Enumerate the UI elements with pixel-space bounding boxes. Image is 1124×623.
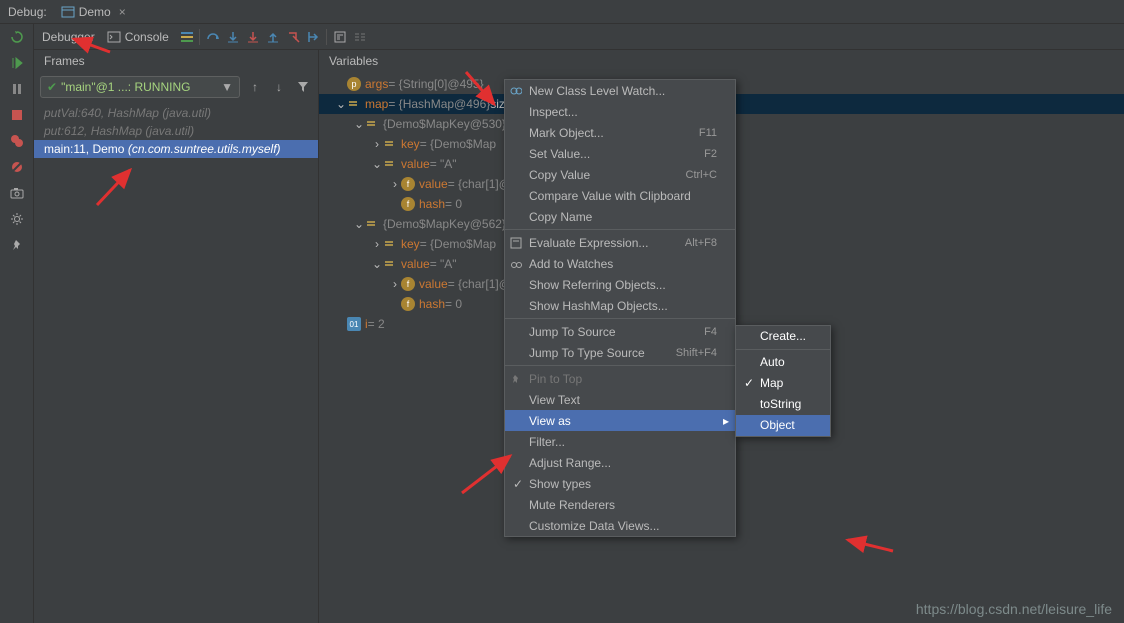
submenu-item[interactable]: toString — [736, 394, 830, 415]
submenu-item[interactable]: Object — [736, 415, 830, 436]
menu-item[interactable]: Show HashMap Objects... — [505, 295, 735, 316]
close-tab-icon[interactable]: × — [119, 5, 126, 19]
thread-selector[interactable]: ✔ "main"@1 ...: RUNNING ▼ — [40, 76, 240, 98]
resume-icon[interactable] — [8, 54, 26, 72]
window-icon — [61, 5, 75, 19]
next-frame-icon[interactable]: ↓ — [270, 78, 288, 96]
breakpoints-icon[interactable] — [8, 132, 26, 150]
debug-tab[interactable]: Demo × — [55, 0, 132, 23]
pin-icon — [509, 372, 523, 386]
threads-icon[interactable] — [181, 32, 193, 42]
variables-title: Variables — [319, 50, 1124, 72]
menu-item[interactable]: View as▸Create...Auto✓MaptoStringObject — [505, 410, 735, 431]
step-into-icon[interactable] — [226, 30, 240, 44]
debugger-tab[interactable]: Debugger — [42, 30, 95, 44]
frames-title: Frames — [34, 50, 318, 72]
frame-row[interactable]: put:612, HashMap (java.util) — [34, 122, 318, 140]
watch-icon — [509, 84, 523, 98]
force-step-into-icon[interactable] — [246, 30, 260, 44]
watermark: https://blog.csdn.net/leisure_life — [916, 601, 1112, 617]
console-icon — [107, 30, 121, 44]
filter-icon[interactable] — [294, 78, 312, 96]
menu-item[interactable]: Jump To SourceF4 — [505, 321, 735, 342]
submenu-item[interactable]: ✓Map — [736, 373, 830, 394]
gutter — [0, 24, 34, 623]
trace-icon[interactable] — [353, 30, 367, 44]
submenu-item[interactable]: Create... — [736, 326, 830, 347]
step-over-icon[interactable] — [206, 30, 220, 44]
menu-item[interactable]: Copy Name — [505, 206, 735, 227]
pause-icon[interactable] — [8, 80, 26, 98]
menu-item[interactable]: New Class Level Watch... — [505, 80, 735, 101]
rerun-icon[interactable] — [8, 28, 26, 46]
menu-item[interactable]: Mute Renderers — [505, 494, 735, 515]
prev-frame-icon[interactable]: ↑ — [246, 78, 264, 96]
menu-item[interactable]: Evaluate Expression...Alt+F8 — [505, 232, 735, 253]
menu-item[interactable]: Customize Data Views... — [505, 515, 735, 536]
view-as-submenu: Create... Auto✓MaptoStringObject — [735, 325, 831, 437]
menu-item[interactable]: Compare Value with Clipboard — [505, 185, 735, 206]
pin-icon[interactable] — [8, 236, 26, 254]
frame-row[interactable]: main:11, Demo (cn.com.suntree.utils.myse… — [34, 140, 318, 158]
run-to-cursor-icon[interactable] — [306, 30, 320, 44]
menu-item[interactable]: Show Referring Objects... — [505, 274, 735, 295]
menu-item[interactable]: Inspect... — [505, 101, 735, 122]
menu-item[interactable]: Copy ValueCtrl+C — [505, 164, 735, 185]
menu-item[interactable]: Filter... — [505, 431, 735, 452]
menu-item[interactable]: Mark Object...F11 — [505, 122, 735, 143]
glasses-icon — [509, 257, 523, 271]
settings-icon[interactable] — [8, 210, 26, 228]
debug-label: Debug: — [8, 5, 47, 19]
frame-list: putVal:640, HashMap (java.util) put:612,… — [34, 102, 318, 160]
tab-label: Demo — [79, 5, 111, 19]
menu-item[interactable]: Set Value...F2 — [505, 143, 735, 164]
menu-item[interactable]: Jump To Type SourceShift+F4 — [505, 342, 735, 363]
drop-frame-icon[interactable] — [286, 30, 300, 44]
mute-icon[interactable] — [8, 158, 26, 176]
camera-icon[interactable] — [8, 184, 26, 202]
console-tab[interactable]: Console — [107, 30, 169, 44]
debug-toolbar: Debugger Console — [34, 24, 1124, 50]
calc-icon — [509, 236, 523, 250]
menu-item[interactable]: View Text — [505, 389, 735, 410]
evaluate-icon[interactable] — [333, 30, 347, 44]
context-menu: New Class Level Watch...Inspect...Mark O… — [504, 79, 736, 537]
frame-row[interactable]: putVal:640, HashMap (java.util) — [34, 104, 318, 122]
menu-item[interactable]: Pin to Top — [505, 368, 735, 389]
step-out-icon[interactable] — [266, 30, 280, 44]
menu-item[interactable]: Adjust Range... — [505, 452, 735, 473]
menu-item[interactable]: ✓Show types — [505, 473, 735, 494]
submenu-item[interactable]: Auto — [736, 352, 830, 373]
stop-icon[interactable] — [8, 106, 26, 124]
menu-item[interactable]: Add to Watches — [505, 253, 735, 274]
